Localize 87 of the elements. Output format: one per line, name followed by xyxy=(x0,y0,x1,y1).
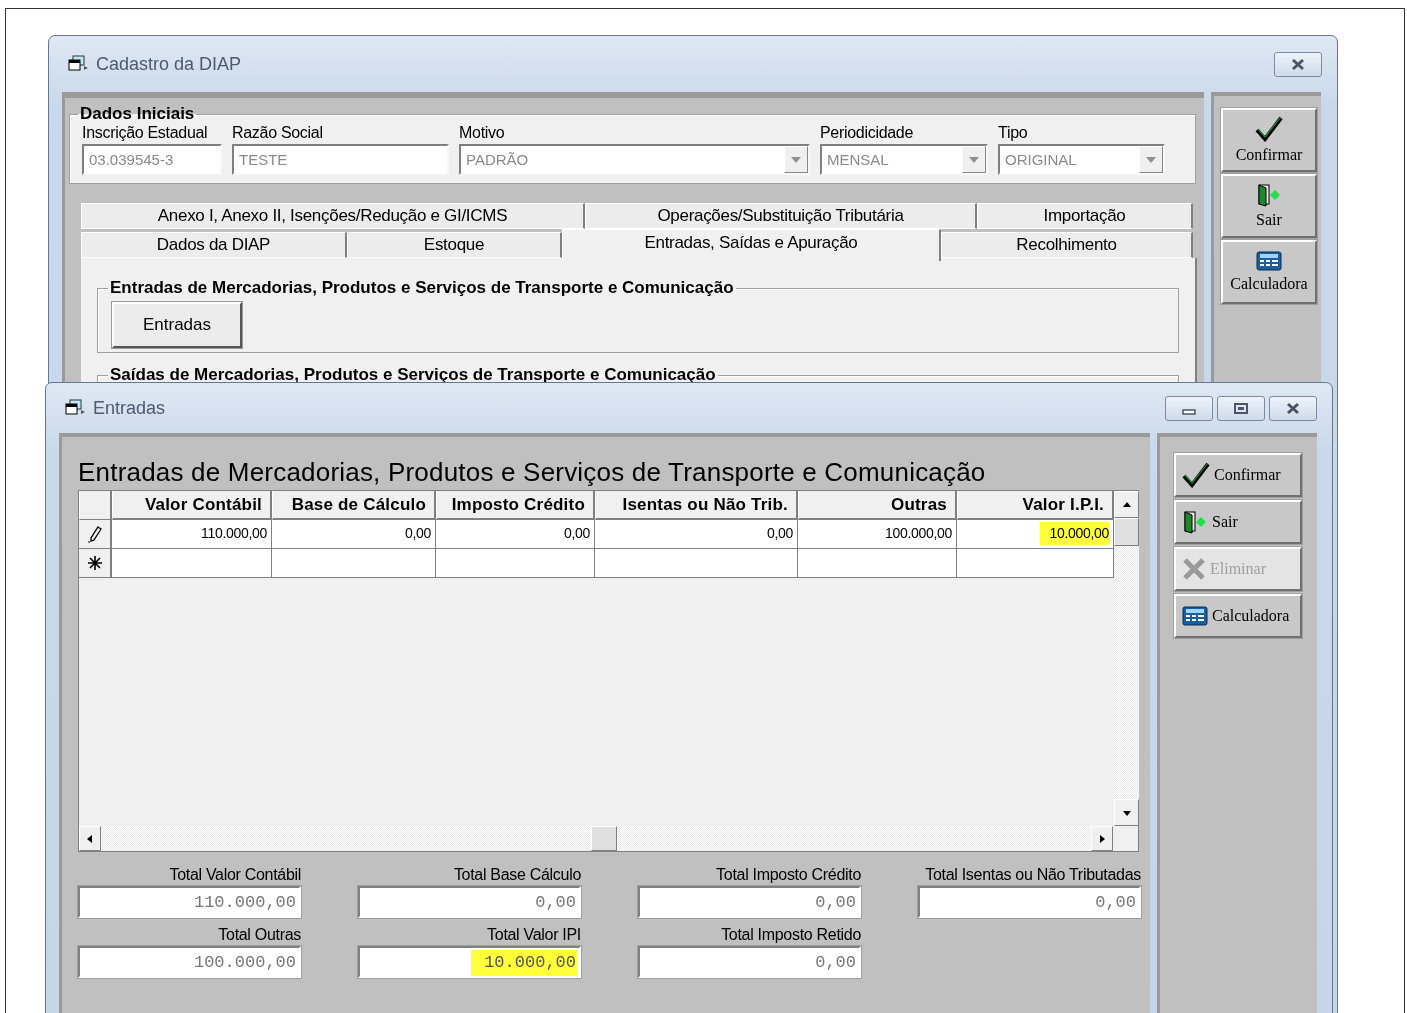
calculator-icon xyxy=(1256,251,1282,271)
total-label: Total Imposto Crédito xyxy=(715,866,861,884)
triangle-icon xyxy=(1122,500,1131,509)
total-label: Total Valor IPI xyxy=(486,926,581,944)
asterisk-icon xyxy=(87,556,102,570)
total-label: Total Base Cálculo xyxy=(452,866,581,884)
tab[interactable]: Dados da DIAP xyxy=(81,232,347,258)
confirm-button[interactable]: Confirmar xyxy=(1221,108,1317,172)
total-field: 10.000,00 xyxy=(358,946,581,978)
table-cell: 0,00 xyxy=(595,520,798,549)
caret-icon xyxy=(791,156,801,163)
entradas-button[interactable]: Entradas xyxy=(112,302,242,348)
field-label: Motivo xyxy=(459,124,506,142)
door-icon xyxy=(1256,183,1282,207)
total-label: Total Outras xyxy=(217,926,301,944)
window-icon xyxy=(68,55,90,73)
maximize-button[interactable] xyxy=(1217,395,1265,421)
column-header[interactable]: Base de Cálculo xyxy=(272,491,436,520)
tab[interactable]: Importação xyxy=(977,203,1193,229)
scroll-right-button[interactable] xyxy=(1091,826,1113,851)
field-label: Inscrição Estadual xyxy=(82,124,209,142)
vertical-scrollbar[interactable] xyxy=(1114,491,1139,826)
check-icon xyxy=(1182,462,1210,488)
exit-button[interactable]: Sair xyxy=(1221,174,1317,238)
scroll-left-button[interactable] xyxy=(79,826,101,851)
tab[interactable]: Operações/Substituição Tributária xyxy=(585,203,977,229)
table-heading: Entradas de Mercadorias, Produtos e Serviços de Transporte e Comunicação xyxy=(78,457,987,488)
door-icon xyxy=(1182,510,1208,534)
input-field[interactable]: 03.039545-3 xyxy=(82,144,222,175)
scroll-down-button[interactable] xyxy=(1114,799,1139,826)
table-cell: 0,00 xyxy=(436,520,595,549)
tab[interactable]: Entradas, Saídas e Apuração xyxy=(562,229,941,261)
caret-icon xyxy=(969,156,979,163)
window-icon xyxy=(65,399,87,417)
table-cell: 10.000,00 xyxy=(957,520,1114,549)
scroll-thumb[interactable] xyxy=(1114,518,1139,546)
check-icon xyxy=(1255,116,1283,142)
confirm-button[interactable]: Confirmar xyxy=(1174,453,1302,497)
total-label: Total Imposto Retido xyxy=(720,926,861,944)
total-field: 0,00 xyxy=(638,946,861,978)
section-title: Saídas de Mercadorias, Produtos e Serviços de Transporte e Comunicação xyxy=(109,365,717,385)
minimize-button[interactable] xyxy=(1165,395,1213,421)
group-title: Dados Iniciais xyxy=(79,104,196,124)
section-title: Entradas de Mercadorias, Produtos e Serviços de Transporte e Comunicação xyxy=(109,278,735,298)
tab[interactable]: Estoque xyxy=(347,232,562,258)
column-header[interactable]: Isentas ou Não Trib. xyxy=(595,491,798,520)
close-icon xyxy=(1285,401,1301,415)
total-field: 110.000,00 xyxy=(78,886,301,918)
total-label: Total Valor Contábil xyxy=(168,866,301,884)
maximize-icon xyxy=(1233,401,1249,415)
field-label: Razão Social xyxy=(232,124,324,142)
calculator-button[interactable]: Calculadora xyxy=(1174,594,1302,638)
total-field: 100.000,00 xyxy=(78,946,301,978)
close-button[interactable] xyxy=(1269,395,1317,421)
column-header[interactable]: Outras xyxy=(798,491,957,520)
calculator-icon xyxy=(1182,606,1208,626)
column-header[interactable]: Valor Contábil xyxy=(112,491,272,520)
pencil-icon xyxy=(86,525,103,543)
dropdown-field[interactable]: MENSAL xyxy=(820,144,988,175)
triangle-icon xyxy=(1098,834,1106,843)
scroll-thumb[interactable] xyxy=(591,826,617,851)
scroll-up-button[interactable] xyxy=(1114,491,1139,518)
table-cell: 110.000,00 xyxy=(112,520,272,549)
column-header[interactable]: Valor I.P.I. xyxy=(957,491,1114,520)
column-header[interactable]: Imposto Crédito xyxy=(436,491,595,520)
window-title: Cadastro da DIAP xyxy=(96,53,243,75)
tab[interactable]: Anexo I, Anexo II, Isenções/Redução e GI/ICMS xyxy=(81,203,585,229)
x-icon xyxy=(1182,557,1206,581)
triangle-icon xyxy=(86,834,94,843)
horizontal-scrollbar[interactable] xyxy=(79,826,1138,851)
field-label: Periodicidade xyxy=(820,124,915,142)
window-title: Entradas xyxy=(93,397,167,419)
total-field: 0,00 xyxy=(358,886,581,918)
total-label: Total Isentas ou Não Tributadas xyxy=(924,866,1141,884)
table-cell: 100.000,00 xyxy=(798,520,957,549)
exit-button[interactable]: Sair xyxy=(1174,500,1302,544)
total-field: 0,00 xyxy=(918,886,1141,918)
close-icon xyxy=(1290,57,1306,71)
caret-icon xyxy=(1146,156,1156,163)
triangle-icon xyxy=(1122,808,1131,817)
total-field: 0,00 xyxy=(638,886,861,918)
field-label: Tipo xyxy=(998,124,1029,142)
tab[interactable]: Recolhimento xyxy=(941,232,1193,258)
minimize-icon xyxy=(1182,409,1196,415)
calculator-button[interactable]: Calculadora xyxy=(1221,240,1317,304)
close-button[interactable] xyxy=(1274,51,1322,77)
table-cell: 0,00 xyxy=(272,520,436,549)
